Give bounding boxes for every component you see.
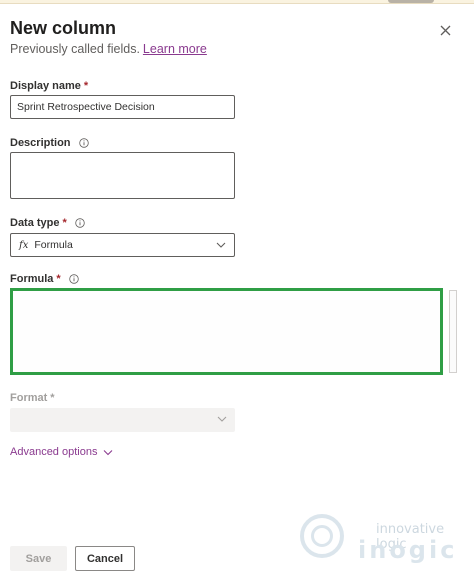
watermark-logo-inner — [311, 525, 333, 547]
subtitle-text: Previously called fields. — [10, 42, 140, 56]
format-label-text: Format — [10, 392, 48, 404]
required-mark: * — [62, 217, 67, 229]
chevron-down-icon — [216, 242, 226, 248]
brand-watermark: innovative logic inogic — [300, 514, 470, 564]
formula-editor[interactable] — [10, 288, 443, 375]
info-icon[interactable] — [75, 218, 85, 228]
advanced-options-label: Advanced options — [10, 446, 98, 458]
formula-fx-icon: fx — [19, 239, 29, 251]
formula-editor-scrollbar[interactable] — [449, 290, 457, 373]
advanced-options-toggle[interactable]: Advanced options — [10, 446, 113, 458]
save-button[interactable]: Save — [10, 546, 67, 571]
required-mark: * — [50, 392, 55, 404]
window-tab — [388, 0, 434, 3]
cancel-button[interactable]: Cancel — [75, 546, 135, 571]
formula-label-text: Formula — [10, 273, 54, 285]
format-dropdown — [10, 408, 235, 432]
description-label: Description — [10, 137, 89, 149]
formula-label: Formula * — [10, 273, 79, 285]
data-type-label-text: Data type — [10, 217, 60, 229]
required-mark: * — [83, 80, 89, 92]
format-label: Format * — [10, 392, 55, 404]
chevron-down-icon — [104, 449, 113, 455]
panel-subtitle: Previously called fields. Learn more — [10, 42, 207, 56]
data-type-dropdown[interactable]: fx Formula — [10, 233, 235, 257]
description-label-text: Description — [10, 137, 71, 149]
chevron-down-icon — [217, 416, 227, 422]
close-button[interactable] — [434, 19, 456, 41]
data-type-label: Data type * — [10, 217, 85, 229]
display-name-label: Display name * — [10, 80, 88, 92]
description-input[interactable] — [10, 152, 235, 199]
data-type-value: Formula — [34, 239, 73, 251]
display-name-label-text: Display name — [10, 80, 81, 92]
learn-more-link[interactable]: Learn more — [143, 42, 207, 56]
watermark-brand: inogic — [358, 536, 458, 564]
info-icon[interactable] — [68, 274, 79, 284]
panel-title: New column — [10, 18, 117, 38]
required-mark: * — [56, 273, 61, 285]
info-icon[interactable] — [78, 138, 89, 148]
top-window-strip — [0, 0, 474, 4]
display-name-input[interactable] — [10, 95, 235, 119]
close-icon — [440, 25, 450, 35]
